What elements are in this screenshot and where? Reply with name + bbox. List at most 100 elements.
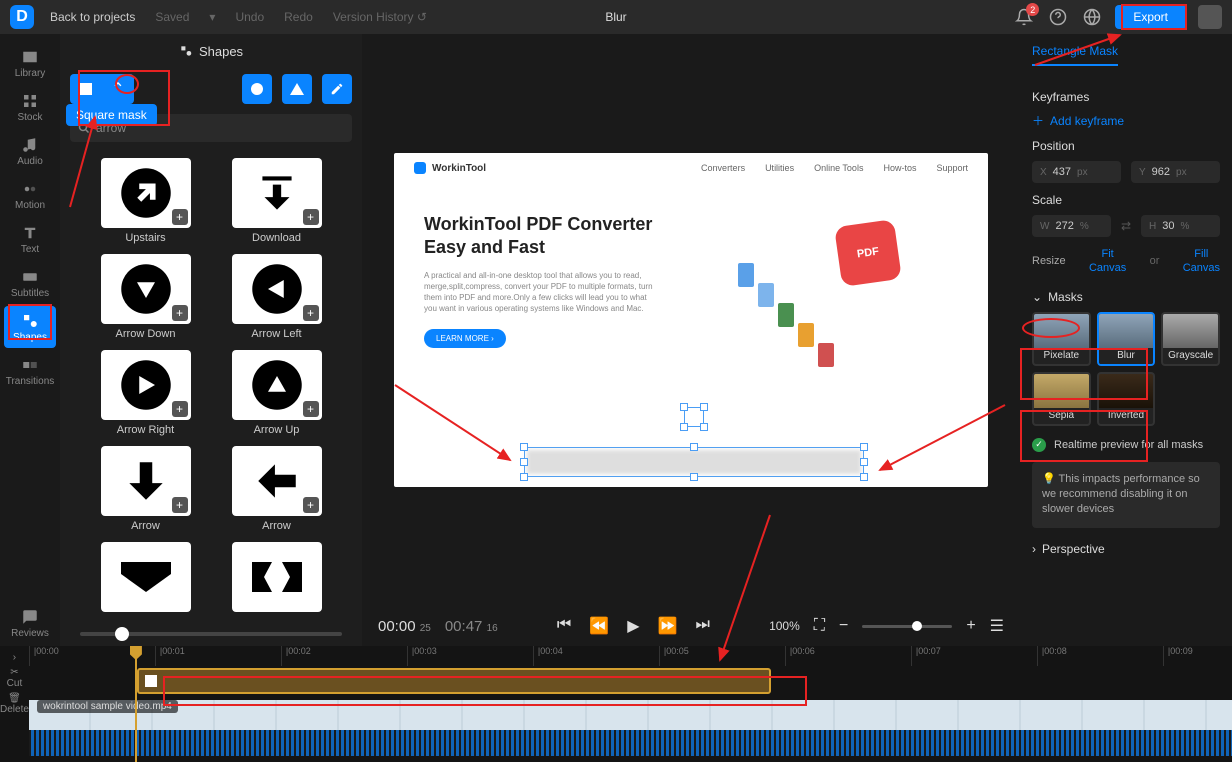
sidebar-item-motion[interactable]: Motion [4, 174, 56, 216]
square-icon[interactable] [70, 83, 102, 95]
undo-button[interactable]: Undo [225, 10, 274, 24]
mask-grayscale[interactable]: Grayscale [1161, 312, 1220, 366]
forward-icon[interactable]: ⏩ [658, 616, 678, 636]
project-title[interactable]: Blur [605, 10, 626, 24]
shape-arrow-1[interactable]: +Arrow [90, 446, 201, 532]
scale-w-input[interactable]: W272% [1032, 215, 1111, 237]
scale-header: Scale [1032, 193, 1220, 207]
saved-dropdown[interactable]: ▾ [199, 10, 225, 24]
add-icon[interactable]: + [172, 305, 188, 321]
help-icon[interactable] [1047, 6, 1069, 28]
zoom-in-icon[interactable]: + [966, 617, 975, 635]
top-bar: D Back to projects Saved ▾ Undo Redo Ver… [0, 0, 1232, 34]
shapes-panel: Shapes ⌃ Square mask arrow +Upstairs +Do… [60, 34, 362, 646]
video-preview[interactable]: WorkinTool ConvertersUtilitiesOnline Too… [394, 153, 988, 487]
scale-h-input[interactable]: H30% [1141, 215, 1220, 237]
notifications-icon[interactable]: 2 [1013, 6, 1035, 28]
shape-arrow-up[interactable]: +Arrow Up [221, 350, 332, 436]
sidebar-item-shapes[interactable]: Shapes [4, 306, 56, 348]
delete-button[interactable]: 🗑Delete [0, 693, 29, 715]
user-avatar[interactable] [1198, 5, 1222, 29]
chevron-up-icon[interactable]: ⌃ [102, 79, 134, 99]
position-y-input[interactable]: Y962px [1131, 161, 1220, 183]
keyframes-header: Keyframes [1032, 90, 1220, 104]
shape-upstairs[interactable]: +Upstairs [90, 158, 201, 244]
shape-arrow-2[interactable]: +Arrow [221, 446, 332, 532]
sidebar-item-text[interactable]: Text [4, 218, 56, 260]
resize-label: Resize [1032, 255, 1066, 267]
pen-tool[interactable] [322, 74, 352, 104]
shape-extra-2[interactable] [221, 542, 332, 612]
perspective-section-toggle[interactable]: › Perspective [1032, 542, 1220, 556]
video-track[interactable]: wokrintool sample video.mp4 [29, 700, 1232, 730]
shape-arrow-down[interactable]: +Arrow Down [90, 254, 201, 340]
export-button[interactable]: Export [1115, 5, 1186, 29]
add-icon[interactable]: + [303, 401, 319, 417]
timeline-ruler[interactable]: |00:00|00:01|00:02|00:03|00:04|00:05|00:… [29, 646, 1232, 666]
shape-download[interactable]: +Download [221, 158, 332, 244]
add-icon[interactable]: + [303, 497, 319, 513]
language-icon[interactable] [1081, 6, 1103, 28]
add-keyframe-button[interactable]: ＋Add keyframe [1032, 112, 1220, 129]
sidebar-item-audio[interactable]: Audio [4, 130, 56, 172]
timeline: › ✂Cut 🗑Delete |00:00|00:01|00:02|00:03|… [0, 646, 1232, 762]
shape-arrow-right[interactable]: +Arrow Right [90, 350, 201, 436]
mask-pixelate[interactable]: Pixelate [1032, 312, 1091, 366]
timeline-body[interactable]: |00:00|00:01|00:02|00:03|00:04|00:05|00:… [29, 646, 1232, 762]
add-icon[interactable]: + [303, 305, 319, 321]
cut-button[interactable]: ✂Cut [7, 667, 23, 689]
triangle-tool[interactable] [282, 74, 312, 104]
tab-rectangle-mask[interactable]: Rectangle Mask [1032, 44, 1118, 66]
performance-hint: 💡 This impacts performance so we recomme… [1032, 462, 1220, 528]
playback-bar: 00:00 25 00:47 16 ⏮ ⏪ ▶ ⏩ ⏭ 100% ⛶ − + ☰ [362, 606, 1020, 646]
zoom-slider[interactable] [862, 625, 952, 628]
rewind-icon[interactable]: ⏪ [589, 616, 609, 636]
position-header: Position [1032, 139, 1220, 153]
add-icon[interactable]: + [303, 209, 319, 225]
circle-tool[interactable] [242, 74, 272, 104]
shape-arrow-left[interactable]: +Arrow Left [221, 254, 332, 340]
zoom-out-icon[interactable]: − [839, 617, 848, 635]
mask-inverted[interactable]: Inverted [1097, 372, 1156, 426]
add-icon[interactable]: + [172, 209, 188, 225]
zoom-value: 100% [769, 619, 800, 633]
sidebar-item-library[interactable]: Library [4, 42, 56, 84]
history-button[interactable]: Version History ↺ [323, 10, 437, 24]
mask-selection[interactable] [524, 447, 864, 477]
play-icon[interactable]: ▶ [627, 616, 639, 636]
realtime-preview-toggle[interactable]: ✓Realtime preview for all masks [1032, 438, 1220, 452]
audio-track[interactable] [29, 730, 1232, 756]
nav-sidebar: Library Stock Audio Motion Text Subtitle… [0, 34, 60, 646]
timeline-options-icon[interactable]: ☰ [990, 616, 1004, 636]
shapes-header: Shapes [60, 34, 362, 68]
mask-blur[interactable]: Blur [1097, 312, 1156, 366]
canvas-area: WorkinTool ConvertersUtilitiesOnline Too… [362, 34, 1020, 646]
add-icon[interactable]: + [172, 401, 188, 417]
sidebar-item-subtitles[interactable]: Subtitles [4, 262, 56, 304]
mask-sepia[interactable]: Sepia [1032, 372, 1091, 426]
skip-end-icon[interactable]: ⏭ [695, 616, 709, 636]
link-icon[interactable]: ⇄ [1121, 219, 1131, 233]
sidebar-item-reviews[interactable]: Reviews [4, 602, 56, 644]
skip-start-icon[interactable]: ⏮ [557, 616, 571, 636]
playhead[interactable] [135, 646, 137, 762]
position-x-input[interactable]: X437px [1032, 161, 1121, 183]
notif-badge: 2 [1026, 3, 1039, 16]
fit-canvas-button[interactable]: Fit Canvas [1089, 247, 1126, 276]
masks-section-toggle[interactable]: ⌄ Masks [1032, 290, 1220, 304]
pdf-icon: PDF [834, 219, 902, 287]
redo-button[interactable]: Redo [274, 10, 323, 24]
properties-panel: Rectangle Mask Keyframes ＋Add keyframe P… [1020, 34, 1232, 646]
fullscreen-icon[interactable]: ⛶ [814, 617, 825, 635]
panel-scroll-slider[interactable] [80, 632, 342, 636]
fill-canvas-button[interactable]: Fill Canvas [1183, 247, 1220, 276]
video-clip-label: wokrintool sample video.mp4 [37, 700, 178, 713]
sidebar-item-stock[interactable]: Stock [4, 86, 56, 128]
square-mask-tool[interactable]: ⌃ [70, 74, 134, 104]
add-icon[interactable]: + [172, 497, 188, 513]
back-button[interactable]: Back to projects [40, 10, 145, 24]
sidebar-item-transitions[interactable]: Transitions [4, 350, 56, 392]
mask-clip[interactable] [137, 668, 771, 694]
timeline-expand[interactable]: › [13, 652, 16, 663]
shape-extra-1[interactable] [90, 542, 201, 612]
